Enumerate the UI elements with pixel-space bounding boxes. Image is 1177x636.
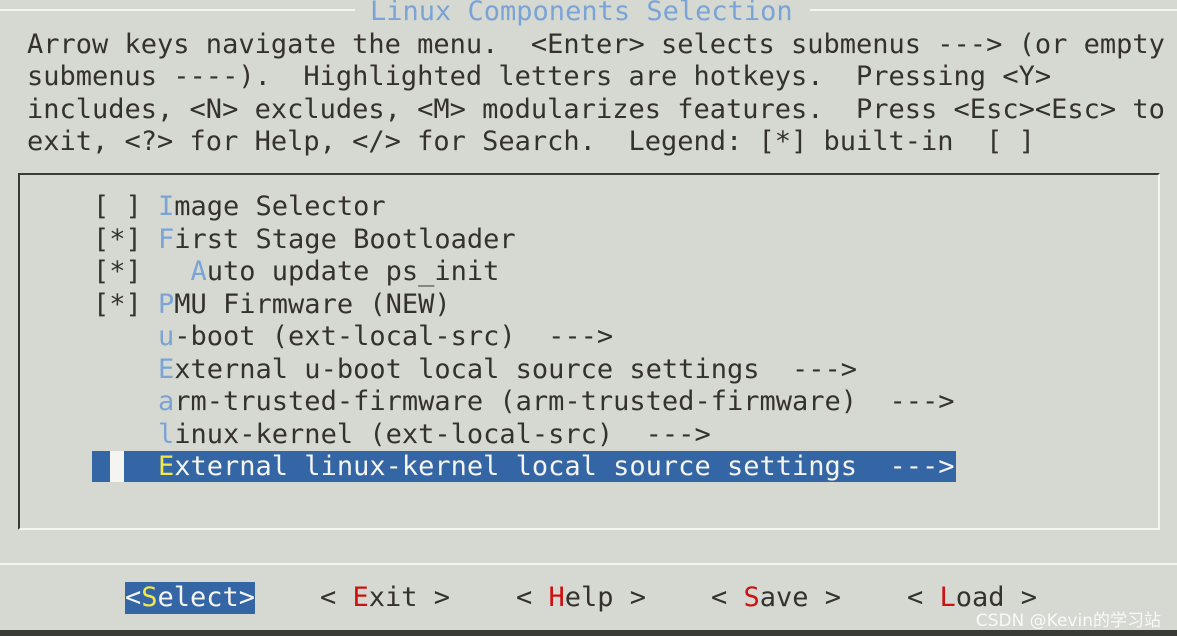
menu-item-label: -boot (ext-local-src) ---> bbox=[174, 321, 614, 352]
button-label-part: < bbox=[125, 582, 142, 613]
hotkey-letter: E bbox=[158, 451, 175, 482]
hotkey-letter: I bbox=[158, 191, 175, 222]
menu-item[interactable]: linux-kernel (ext-local-src) ---> bbox=[93, 419, 711, 451]
menu-item[interactable]: [*] First Stage Bootloader bbox=[93, 224, 516, 256]
menu-item-label: irst Stage Bootloader bbox=[174, 223, 516, 255]
checkbox[interactable]: [*] bbox=[93, 256, 158, 288]
menu-item[interactable]: [*] PMU Firmware (NEW) bbox=[93, 289, 451, 321]
menu-item-label: MU Firmware (NEW) bbox=[174, 288, 451, 320]
button-label-part: elect> bbox=[157, 582, 256, 613]
hotkey-letter: F bbox=[158, 223, 175, 255]
checkbox[interactable]: [*] bbox=[93, 289, 158, 321]
menu-item-label: uto update ps_init bbox=[206, 256, 500, 287]
menu-item[interactable]: External u-boot local source settings --… bbox=[93, 354, 857, 386]
window-title: Linux Components Selection bbox=[370, 0, 793, 27]
button-label-part: ave > bbox=[759, 582, 842, 613]
exit-button[interactable]: < Exit > bbox=[320, 582, 450, 614]
bottom-border bbox=[0, 630, 1177, 636]
button-label-part: < bbox=[907, 582, 940, 613]
menu-item[interactable]: [*] Auto update ps_init bbox=[93, 256, 499, 288]
menu-item-label: xternal linux-kernel local source settin… bbox=[174, 451, 955, 482]
hotkey-letter: a bbox=[158, 386, 175, 417]
help-line: submenus ----). Highlighted letters are … bbox=[27, 61, 1052, 92]
help-line: includes, <N> excludes, <M> modularizes … bbox=[27, 94, 1165, 125]
menu-item-selected[interactable]: External linux-kernel local source setti… bbox=[93, 451, 955, 483]
button-label-part: xit > bbox=[368, 582, 451, 613]
help-line: exit, <?> for Help, </> for Search. Lege… bbox=[27, 126, 1035, 157]
hotkey-letter: H bbox=[548, 582, 565, 613]
help-button[interactable]: < Help > bbox=[516, 582, 646, 614]
hotkey-letter: u bbox=[158, 321, 175, 352]
checkbox[interactable]: [*] bbox=[93, 224, 158, 256]
menu-item[interactable]: u-boot (ext-local-src) ---> bbox=[93, 321, 613, 353]
hotkey-letter: S bbox=[141, 582, 158, 613]
menu-item[interactable]: [ ] Image Selector bbox=[93, 191, 386, 223]
button-label-part: < bbox=[320, 582, 353, 613]
help-line: Arrow keys navigate the menu. <Enter> se… bbox=[27, 29, 1165, 60]
hotkey-letter: L bbox=[939, 582, 956, 613]
button-label-part: < bbox=[516, 582, 549, 613]
hotkey-letter: E bbox=[158, 353, 175, 385]
button-label-part: elp > bbox=[564, 582, 647, 613]
menu-item-label: inux-kernel (ext-local-src) ---> bbox=[174, 418, 711, 450]
watermark: CSDN @Kevin的学习站 bbox=[975, 611, 1161, 631]
hotkey-letter: E bbox=[352, 582, 369, 613]
hotkey-letter: S bbox=[743, 582, 760, 613]
menu-item-label: xternal u-boot local source settings ---… bbox=[174, 353, 857, 385]
title-rule-right bbox=[810, 9, 1177, 11]
save-button[interactable]: < Save > bbox=[711, 582, 841, 614]
button-separator bbox=[0, 563, 1177, 565]
hotkey-letter: P bbox=[158, 288, 175, 320]
menu-item[interactable]: arm-trusted-firmware (arm-trusted-firmwa… bbox=[93, 386, 955, 418]
hotkey-letter: l bbox=[158, 418, 175, 450]
hotkey-letter: A bbox=[190, 256, 207, 287]
select-button[interactable]: <Select> bbox=[125, 582, 256, 614]
button-label-part: < bbox=[711, 582, 744, 613]
menu-item-label: rm-trusted-firmware (arm-trusted-firmwar… bbox=[174, 386, 955, 417]
checkbox[interactable]: [ ] bbox=[93, 191, 158, 223]
menu-item-label: mage Selector bbox=[174, 191, 386, 222]
title-rule-left bbox=[0, 9, 355, 11]
